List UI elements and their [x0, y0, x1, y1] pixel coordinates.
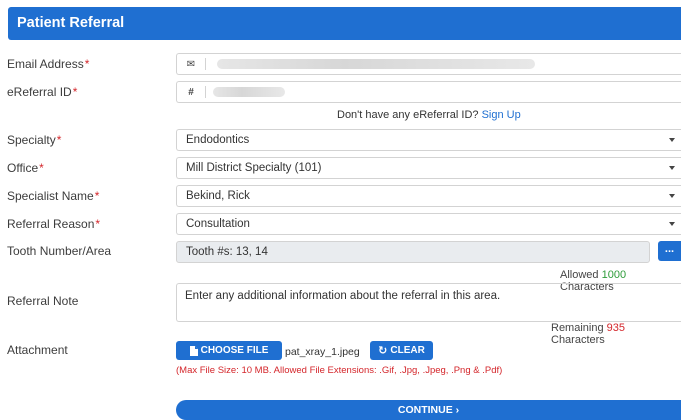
choose-file-button[interactable]: CHOOSE FILE	[176, 341, 282, 360]
reason-label: Referral Reason*	[7, 217, 101, 231]
clear-button[interactable]: ↻ CLEAR	[370, 341, 433, 360]
referral-note-textarea[interactable]: Enter any additional information about t…	[176, 283, 681, 322]
tooth-number-field[interactable]: Tooth #s: 13, 14	[176, 241, 650, 263]
ereferral-label: eReferral ID*	[7, 85, 78, 99]
chevron-down-icon	[669, 222, 675, 226]
email-label: Email Address*	[7, 57, 90, 71]
chevron-down-icon	[669, 194, 675, 198]
specialist-label: Specialist Name*	[7, 189, 100, 203]
required-mark: *	[72, 85, 78, 99]
refresh-icon: ↻	[378, 345, 388, 357]
ereferral-value-redacted	[213, 87, 285, 97]
file-icon	[189, 345, 198, 356]
chevron-down-icon	[669, 138, 675, 142]
continue-button[interactable]: CONTINUE ›	[176, 400, 681, 420]
sign-up-link[interactable]: Sign Up	[482, 109, 521, 121]
file-size-hint: (Max File Size: 10 MB. Allowed File Exte…	[176, 365, 503, 376]
chevron-down-icon	[669, 166, 675, 170]
office-label: Office*	[7, 161, 44, 175]
required-mark: *	[84, 57, 90, 71]
page-header: Patient Referral	[8, 7, 681, 40]
tooth-picker-button[interactable]: ...	[658, 241, 681, 261]
specialist-value: Bekind, Rick	[186, 190, 250, 202]
required-mark: *	[56, 133, 62, 147]
office-value: Mill District Specialty (101)	[186, 162, 322, 174]
signup-prompt: Don't have any eReferral ID? Sign Up	[337, 109, 521, 121]
office-select[interactable]: Mill District Specialty (101)	[176, 157, 681, 179]
selected-file-name: pat_xray_1.jpeg	[285, 346, 360, 358]
required-mark: *	[94, 189, 100, 203]
referral-reason-select[interactable]: Consultation	[176, 213, 681, 235]
page-title: Patient Referral	[17, 15, 125, 31]
divider	[205, 58, 206, 70]
ereferral-id-field[interactable]: #	[176, 81, 681, 103]
divider	[205, 86, 206, 98]
allowed-count: 1000	[601, 269, 627, 281]
specialty-label: Specialty*	[7, 133, 62, 147]
tooth-value: Tooth #s: 13, 14	[186, 246, 268, 258]
required-mark: *	[95, 217, 101, 231]
email-field[interactable]: ✉	[176, 53, 681, 75]
specialty-value: Endodontics	[186, 134, 250, 146]
remaining-count: 935	[606, 322, 626, 334]
envelope-icon: ✉	[186, 58, 196, 70]
hash-icon: #	[188, 86, 194, 98]
email-value-redacted	[217, 59, 535, 69]
note-label: Referral Note	[7, 294, 79, 308]
reason-value: Consultation	[186, 218, 250, 230]
attachment-label: Attachment	[7, 343, 68, 357]
specialty-select[interactable]: Endodontics	[176, 129, 681, 151]
required-mark: *	[39, 161, 44, 175]
remaining-characters: Remaining 935 Characters	[551, 322, 626, 346]
specialist-select[interactable]: Bekind, Rick	[176, 185, 681, 207]
tooth-label: Tooth Number/Area	[7, 244, 112, 258]
